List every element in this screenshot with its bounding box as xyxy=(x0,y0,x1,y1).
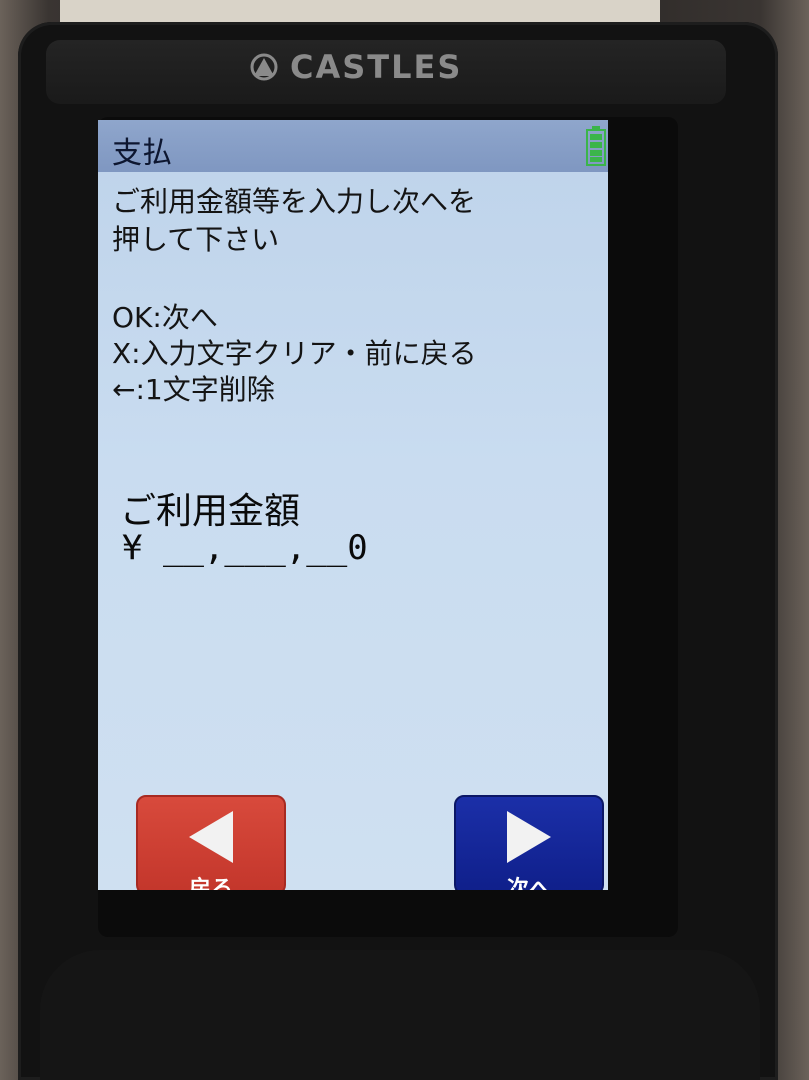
terminal-photo: CASTLES 支払 ご利用金額等を入力し次へを 押して下さい OK:次へ X:… xyxy=(0,0,809,1080)
castles-logo-icon xyxy=(250,53,278,81)
back-button[interactable]: 戻る xyxy=(136,795,286,890)
back-button-label: 戻る xyxy=(188,877,233,890)
instruction-line-1: ご利用金額等を入力し次へを xyxy=(112,185,477,218)
instruction-line-2: 押して下さい xyxy=(112,223,280,256)
title-bar: 支払 xyxy=(98,120,608,172)
terminal-lower-body xyxy=(40,950,760,1080)
arrow-right-icon xyxy=(507,811,551,863)
brand-name: CASTLES xyxy=(290,48,463,86)
terminal-screen: 支払 ご利用金額等を入力し次へを 押して下さい OK:次へ X:入力文字クリア・… xyxy=(98,120,608,890)
next-button-label: 次へ xyxy=(506,877,551,890)
amount-input[interactable]: ¥ __,___,__0 xyxy=(122,528,368,568)
brand: CASTLES xyxy=(244,48,462,86)
help-clear: X:入力文字クリア・前に戻る xyxy=(112,337,477,370)
next-button[interactable]: 次へ xyxy=(454,795,604,890)
help-ok: OK:次へ xyxy=(112,301,218,334)
battery-full-icon xyxy=(586,126,606,166)
amount-label: ご利用金額 xyxy=(120,491,301,532)
arrow-left-icon xyxy=(189,811,233,863)
screen-title: 支払 xyxy=(112,136,172,171)
help-backspace: ←:1文字削除 xyxy=(112,373,275,406)
currency-symbol: ¥ xyxy=(122,528,143,568)
amount-value: __,___,__0 xyxy=(162,528,368,568)
